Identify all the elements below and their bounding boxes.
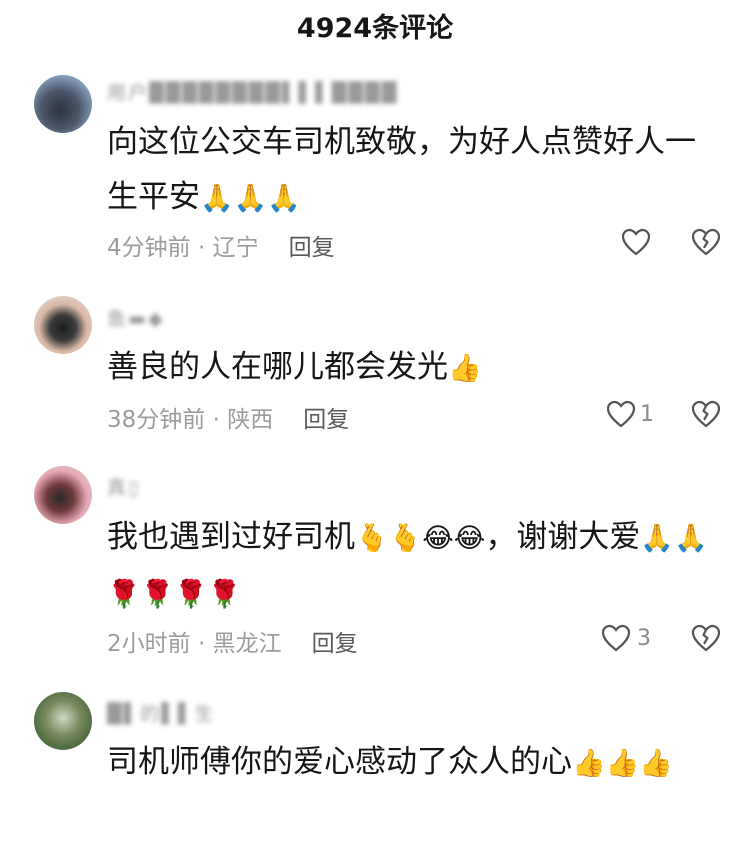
emoji-group: 👍👍👍 bbox=[572, 748, 673, 779]
username[interactable]: 鱼▬◆ bbox=[107, 304, 165, 330]
like-button[interactable]: 1 bbox=[606, 400, 654, 428]
username[interactable]: █▌的▌▌生 bbox=[107, 699, 215, 725]
heart-icon bbox=[601, 624, 631, 652]
comment-text: 善良的人在哪儿都会发光👍 bbox=[107, 340, 717, 396]
comment-text-body: 善良的人在哪儿都会发光 bbox=[107, 349, 448, 385]
emoji-group: 🙏🙏🙏 bbox=[200, 183, 301, 214]
heart-icon bbox=[606, 400, 636, 428]
comment-meta: 38分钟前 · 陕西 回复 bbox=[107, 400, 349, 434]
timestamp-location: 38分钟前 · 陕西 bbox=[107, 407, 274, 433]
avatar[interactable] bbox=[34, 692, 92, 750]
username[interactable]: 真▯ bbox=[107, 473, 140, 499]
timestamp-location: 4分钟前 · 辽宁 bbox=[107, 235, 259, 261]
comment-text-body: 向这位公交车司机致敬，为好人点赞好人一生平安 bbox=[107, 124, 696, 215]
comment-text: 我也遇到过好司机🫰🫰😂😂，谢谢大爱🙏🙏🌹🌹🌹🌹 bbox=[107, 510, 717, 622]
like-button[interactable]: 3 bbox=[601, 624, 651, 652]
comments-header: 4924条评论 bbox=[0, 0, 750, 50]
avatar[interactable] bbox=[34, 466, 92, 524]
like-button[interactable] bbox=[621, 228, 651, 256]
like-count: 3 bbox=[637, 625, 651, 651]
like-count: 1 bbox=[640, 401, 654, 427]
username[interactable]: 用户████████▌▌▌████ bbox=[107, 78, 398, 104]
reply-button[interactable]: 回复 bbox=[289, 228, 335, 262]
comment-text: 司机师傅你的爱心感动了众人的心👍👍👍 bbox=[107, 735, 717, 791]
emoji-group: 👍 bbox=[448, 353, 482, 384]
emoji-group: 🫰🫰😂😂 bbox=[355, 523, 486, 554]
avatar[interactable] bbox=[34, 296, 92, 354]
comment-meta: 2小时前 · 黑龙江 回复 bbox=[107, 624, 358, 658]
broken-heart-icon[interactable] bbox=[691, 624, 721, 652]
reply-button[interactable]: 回复 bbox=[303, 400, 349, 434]
comment-text-body: 我也遇到过好司机 bbox=[107, 519, 355, 555]
broken-heart-icon[interactable] bbox=[691, 228, 721, 256]
comment-text-body-2: ，谢谢大爱 bbox=[485, 519, 641, 555]
timestamp-location: 2小时前 · 黑龙江 bbox=[107, 631, 282, 657]
comment-meta: 4分钟前 · 辽宁 回复 bbox=[107, 228, 335, 262]
broken-heart-icon[interactable] bbox=[691, 400, 721, 428]
comment-text-body: 司机师傅你的爱心感动了众人的心 bbox=[107, 744, 572, 780]
avatar[interactable] bbox=[34, 75, 92, 133]
reply-button[interactable]: 回复 bbox=[312, 624, 358, 658]
heart-icon bbox=[621, 228, 651, 256]
comment-count-title: 4924条评论 bbox=[296, 12, 454, 44]
comment-text: 向这位公交车司机致敬，为好人点赞好人一生平安🙏🙏🙏 bbox=[107, 115, 717, 226]
